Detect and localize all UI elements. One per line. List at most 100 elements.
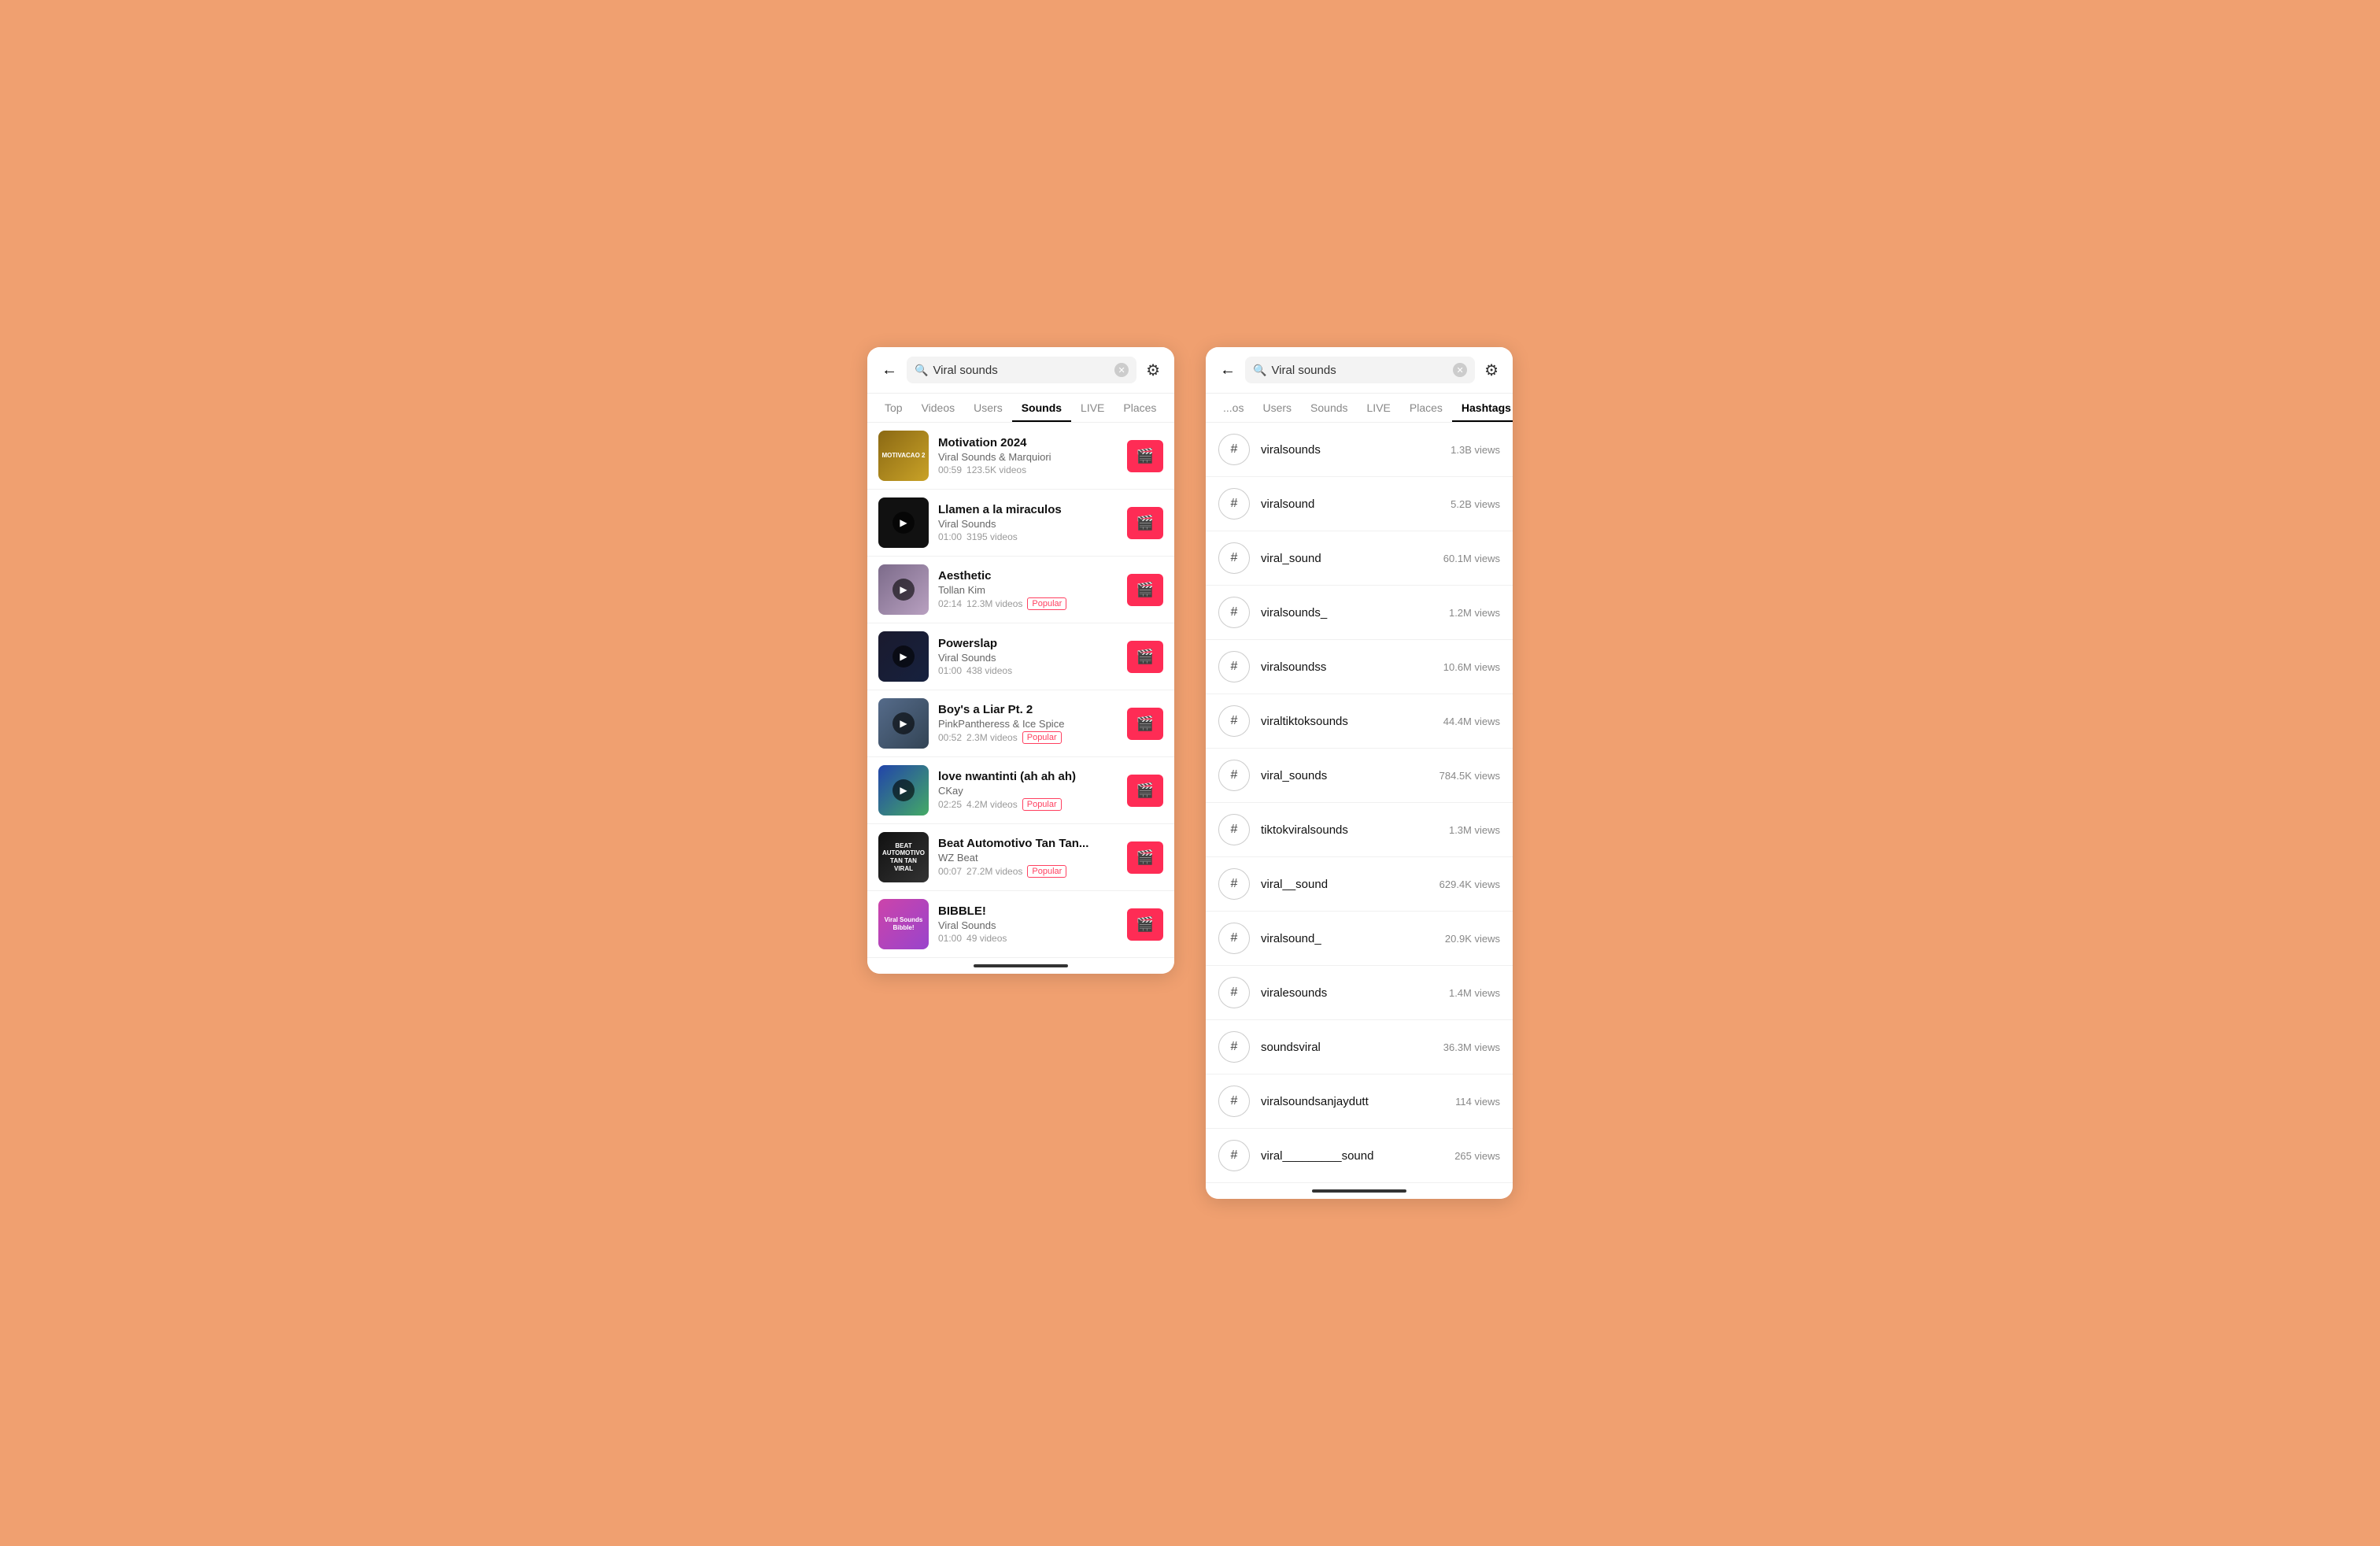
hashtag-item-9[interactable]: # viralsound_ 20.9K views xyxy=(1206,912,1513,966)
search-input-wrap-left[interactable]: 🔍 Viral sounds ✕ xyxy=(907,357,1136,383)
sound-info-beat: Beat Automotivo Tan Tan... WZ Beat 00:07… xyxy=(938,837,1118,878)
sound-thumb-powerslap: ▶ xyxy=(878,631,929,682)
tab-top-right[interactable]: ...os xyxy=(1214,394,1253,422)
hash-icon-3: # xyxy=(1218,597,1250,628)
home-indicator-right xyxy=(1312,1189,1406,1193)
sound-duration-powerslap: 01:00 xyxy=(938,665,962,676)
sound-duration-aesthetic: 02:14 xyxy=(938,598,962,609)
hashtag-item-11[interactable]: # soundsviral 36.3M views xyxy=(1206,1020,1513,1074)
hash-icon-4: # xyxy=(1218,651,1250,682)
tab-sounds[interactable]: Sounds xyxy=(1012,394,1071,422)
use-button-aesthetic[interactable]: 🎬 xyxy=(1127,574,1163,606)
hash-name-8: viral__sound xyxy=(1261,878,1428,891)
tab-hashtags-right[interactable]: Hashtags xyxy=(1452,394,1513,422)
play-icon-llamen: ▶ xyxy=(893,512,915,534)
hashtag-item-7[interactable]: # tiktokviralsounds 1.3M views xyxy=(1206,803,1513,857)
hash-icon-0: # xyxy=(1218,434,1250,465)
sound-artist-powerslap: Viral Sounds xyxy=(938,652,1118,664)
use-button-beat[interactable]: 🎬 xyxy=(1127,841,1163,874)
tab-hashtags-left[interactable]: Has... xyxy=(1166,394,1174,422)
hash-icon-12: # xyxy=(1218,1086,1250,1117)
hash-views-12: 114 views xyxy=(1455,1096,1500,1108)
sound-thumb-love: ▶ xyxy=(878,765,929,816)
tab-places[interactable]: Places xyxy=(1114,394,1166,422)
sound-info-powerslap: Powerslap Viral Sounds 01:00 438 videos xyxy=(938,637,1118,676)
use-button-motivation[interactable]: 🎬 xyxy=(1127,440,1163,472)
hashtag-item-3[interactable]: # viralsounds_ 1.2M views xyxy=(1206,586,1513,640)
use-button-love[interactable]: 🎬 xyxy=(1127,775,1163,807)
sound-info-llamen: Llamen a la miraculos Viral Sounds 01:00… xyxy=(938,503,1118,542)
sound-artist-boys: PinkPantheress & Ice Spice xyxy=(938,718,1118,730)
tab-places-right[interactable]: Places xyxy=(1400,394,1452,422)
sound-title-love: love nwantinti (ah ah ah) xyxy=(938,770,1118,783)
sound-videos-bibble: 49 videos xyxy=(966,933,1007,944)
hashtag-list: # viralsounds 1.3B views # viralsound 5.… xyxy=(1206,423,1513,1183)
tab-users-right[interactable]: Users xyxy=(1253,394,1301,422)
hash-views-7: 1.3M views xyxy=(1449,824,1500,836)
hash-name-1: viralsound xyxy=(1261,497,1439,511)
search-query-right: Viral sounds xyxy=(1271,364,1448,377)
use-button-boys[interactable]: 🎬 xyxy=(1127,708,1163,740)
tab-top[interactable]: Top xyxy=(875,394,912,422)
tab-sounds-right[interactable]: Sounds xyxy=(1301,394,1357,422)
use-button-powerslap[interactable]: 🎬 xyxy=(1127,641,1163,673)
sound-meta-motivation: 00:59 123.5K videos xyxy=(938,464,1118,475)
sound-thumb-llamen: ▶ xyxy=(878,497,929,548)
hashtag-item-10[interactable]: # viralesounds 1.4M views xyxy=(1206,966,1513,1020)
tab-live[interactable]: LIVE xyxy=(1071,394,1114,422)
use-button-bibble[interactable]: 🎬 xyxy=(1127,908,1163,941)
filter-button-right[interactable]: ⚙ xyxy=(1481,357,1502,383)
right-phone: ← 🔍 Viral sounds ✕ ⚙ ...os Users Sounds … xyxy=(1206,347,1513,1199)
hash-name-0: viralsounds xyxy=(1261,443,1439,457)
sound-info-boys: Boy's a Liar Pt. 2 PinkPantheress & Ice … xyxy=(938,703,1118,744)
hashtag-item-1[interactable]: # viralsound 5.2B views xyxy=(1206,477,1513,531)
hash-name-11: soundsviral xyxy=(1261,1041,1432,1054)
hash-views-9: 20.9K views xyxy=(1445,933,1500,945)
search-input-wrap-right[interactable]: 🔍 Viral sounds ✕ xyxy=(1245,357,1475,383)
sound-info-bibble: BIBBLE! Viral Sounds 01:00 49 videos xyxy=(938,904,1118,944)
hashtag-item-0[interactable]: # viralsounds 1.3B views xyxy=(1206,423,1513,477)
filter-button-left[interactable]: ⚙ xyxy=(1143,357,1163,383)
hash-name-10: viralesounds xyxy=(1261,986,1438,1000)
bottom-bar-left xyxy=(867,958,1174,974)
hashtag-item-4[interactable]: # viralsoundss 10.6M views xyxy=(1206,640,1513,694)
tab-users[interactable]: Users xyxy=(964,394,1012,422)
sound-artist-beat: WZ Beat xyxy=(938,852,1118,864)
tab-videos[interactable]: Videos xyxy=(912,394,965,422)
sound-thumb-beat: BEAT AUTOMOTIVO TAN TAN VIRAL xyxy=(878,832,929,882)
hashtag-item-6[interactable]: # viral_sounds 784.5K views xyxy=(1206,749,1513,803)
sound-duration-love: 02:25 xyxy=(938,799,962,810)
hash-name-6: viral_sounds xyxy=(1261,769,1428,782)
hashtag-item-8[interactable]: # viral__sound 629.4K views xyxy=(1206,857,1513,912)
clear-button-right[interactable]: ✕ xyxy=(1453,363,1467,377)
hash-views-1: 5.2B views xyxy=(1451,498,1500,510)
sound-title-motivation: Motivation 2024 xyxy=(938,436,1118,449)
clear-button-left[interactable]: ✕ xyxy=(1114,363,1129,377)
sound-title-bibble: BIBBLE! xyxy=(938,904,1118,918)
sound-videos-motivation: 123.5K videos xyxy=(966,464,1026,475)
hashtag-item-5[interactable]: # viraltiktoksounds 44.4M views xyxy=(1206,694,1513,749)
tab-live-right[interactable]: LIVE xyxy=(1358,394,1400,422)
back-button-left[interactable]: ← xyxy=(878,358,900,383)
sound-title-beat: Beat Automotivo Tan Tan... xyxy=(938,837,1118,850)
sound-title-aesthetic: Aesthetic xyxy=(938,569,1118,583)
hashtag-item-12[interactable]: # viralsoundsanjaydutt 114 views xyxy=(1206,1074,1513,1129)
search-icon-right: 🔍 xyxy=(1253,364,1266,377)
hash-views-5: 44.4M views xyxy=(1443,716,1500,727)
use-button-llamen[interactable]: 🎬 xyxy=(1127,507,1163,539)
sound-list: MOTIVACAO 2 Motivation 2024 Viral Sounds… xyxy=(867,423,1174,958)
hash-name-13: viral_________sound xyxy=(1261,1149,1443,1163)
back-button-right[interactable]: ← xyxy=(1217,358,1239,383)
hash-views-8: 629.4K views xyxy=(1439,878,1500,890)
thumb-text-beat: BEAT AUTOMOTIVO TAN TAN VIRAL xyxy=(878,841,929,874)
search-icon-left: 🔍 xyxy=(915,364,928,377)
sound-item-llamen: ▶ Llamen a la miraculos Viral Sounds 01:… xyxy=(867,490,1174,557)
tabs-right: ...os Users Sounds LIVE Places Hashtags xyxy=(1206,394,1513,423)
left-phone: ← 🔍 Viral sounds ✕ ⚙ Top Videos Users So… xyxy=(867,347,1174,974)
sound-item-boys: ▶ Boy's a Liar Pt. 2 PinkPantheress & Ic… xyxy=(867,690,1174,757)
hash-views-3: 1.2M views xyxy=(1449,607,1500,619)
hashtag-item-13[interactable]: # viral_________sound 265 views xyxy=(1206,1129,1513,1183)
sound-title-boys: Boy's a Liar Pt. 2 xyxy=(938,703,1118,716)
hashtag-item-2[interactable]: # viral_sound 60.1M views xyxy=(1206,531,1513,586)
hash-icon-5: # xyxy=(1218,705,1250,737)
